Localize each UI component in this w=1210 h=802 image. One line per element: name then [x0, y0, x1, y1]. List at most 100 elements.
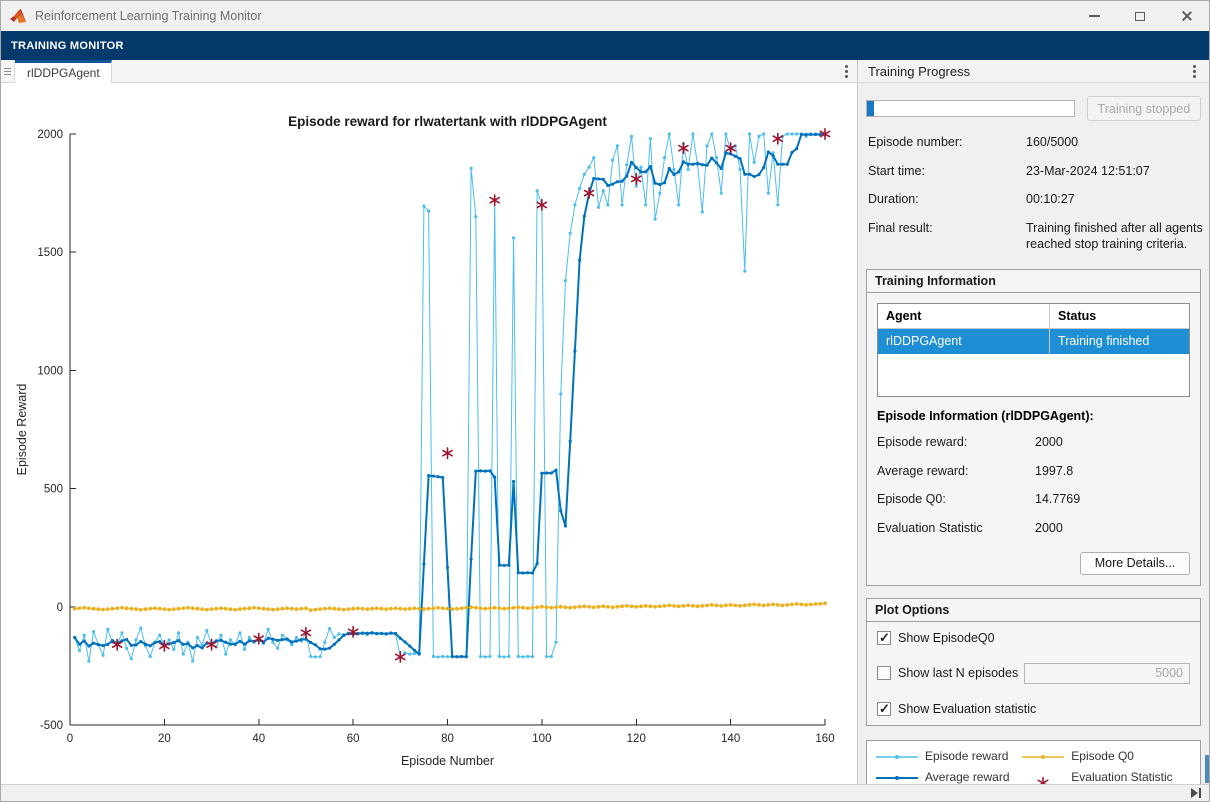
show-episodeq0-checkbox[interactable]: [877, 631, 891, 645]
show-last-n-checkbox[interactable]: [877, 666, 891, 680]
plot-menu-button[interactable]: [835, 60, 857, 82]
scrollbar-thumb[interactable]: [1205, 755, 1209, 783]
panel-grip[interactable]: [1, 60, 15, 82]
kebab-menu-icon: [845, 70, 848, 73]
svg-text:40: 40: [252, 733, 265, 745]
plot-area: -500050010001500200002040608010012014016…: [1, 83, 857, 791]
evaluation-statistic-label: Evaluation Statistic: [877, 521, 1035, 537]
legend-label: Episode Q0: [1071, 749, 1134, 763]
app-window: Reinforcement Learning Training Monitor …: [0, 0, 1210, 802]
start-time-row: Start time: 23-Mar-2024 12:51:07: [858, 164, 1209, 180]
agent-cell: rlDDPGAgent: [878, 329, 1049, 354]
minimize-icon: [1089, 15, 1100, 17]
show-evaluation-row: Show Evaluation statistic: [867, 693, 1200, 725]
legend-episode-reward: Episode reward: [873, 749, 1019, 764]
svg-text:Episode Number: Episode Number: [401, 754, 494, 768]
maximize-button[interactable]: [1117, 1, 1163, 31]
training-information-section: Training Information Agent Status rlDDPG…: [866, 269, 1201, 586]
plot-options-section: Plot Options Show EpisodeQ0 Show last N …: [866, 598, 1201, 726]
legend-label: Average reward: [925, 770, 1010, 784]
agent-status-table: Agent Status rlDDPGAgent Training finish…: [877, 303, 1190, 397]
svg-text:Episode Reward: Episode Reward: [15, 384, 29, 476]
collapse-panel-button[interactable]: [1189, 787, 1203, 799]
training-stopped-button[interactable]: Training stopped: [1087, 96, 1201, 121]
collapse-right-icon: [1189, 787, 1203, 799]
minimize-button[interactable]: [1071, 1, 1117, 31]
evaluation-asterisk-icon: [1019, 771, 1071, 784]
episode-reward-row: Episode reward: 2000: [867, 435, 1200, 451]
svg-text:0: 0: [67, 733, 73, 745]
duration-value: 00:10:27: [1026, 192, 1208, 208]
legend-label: Episode reward: [925, 749, 1008, 763]
tab-rlddpgagent[interactable]: rlDDPGAgent: [15, 60, 112, 83]
episode-number-label: Episode number:: [868, 135, 1026, 151]
final-result-row: Final result: Training finished after al…: [858, 221, 1209, 252]
panel-header: Training Progress: [858, 60, 1209, 83]
kebab-menu-icon: [1193, 70, 1196, 73]
svg-text:1000: 1000: [37, 365, 63, 377]
training-progress-panel: Training Progress Training stopped Episo…: [857, 60, 1209, 784]
show-evaluation-label: Show Evaluation statistic: [898, 702, 1036, 716]
evaluation-statistic-value: 2000: [1035, 521, 1200, 537]
table-header-row: Agent Status: [878, 304, 1189, 329]
duration-row: Duration: 00:10:27: [858, 192, 1209, 208]
episode-q0-swatch-icon: [1019, 750, 1071, 764]
average-reward-swatch-icon: [873, 771, 925, 784]
show-last-n-row: Show last N episodes: [867, 654, 1200, 693]
training-chart[interactable]: -500050010001500200002040608010012014016…: [1, 83, 857, 786]
svg-text:80: 80: [441, 733, 454, 745]
svg-text:100: 100: [532, 733, 551, 745]
plot-options-title: Plot Options: [867, 599, 1200, 622]
legend-label: Evaluation Statistic (MeanEpisodeReward): [1071, 770, 1194, 784]
title-bar: Reinforcement Learning Training Monitor: [1, 1, 1209, 31]
training-progress-bar: [866, 100, 1075, 117]
svg-text:140: 140: [721, 733, 740, 745]
episode-number-value: 160/5000: [1026, 135, 1208, 151]
last-n-episodes-input[interactable]: [1024, 663, 1190, 684]
episode-reward-value: 2000: [1035, 435, 1200, 451]
average-reward-label: Average reward:: [877, 464, 1035, 480]
table-row[interactable]: rlDDPGAgent Training finished: [878, 329, 1189, 354]
legend-episode-q0: Episode Q0: [1019, 749, 1194, 764]
status-column-header[interactable]: Status: [1049, 304, 1189, 329]
agent-column-header[interactable]: Agent: [878, 304, 1049, 329]
final-result-value: Training finished after all agents reach…: [1026, 221, 1208, 252]
training-information-title: Training Information: [867, 270, 1200, 293]
show-last-n-label: Show last N episodes: [898, 666, 1018, 680]
svg-text:60: 60: [347, 733, 360, 745]
svg-text:Episode reward for rlwatertank: Episode reward for rlwatertank with rlDD…: [288, 114, 607, 129]
episode-q0-label: Episode Q0:: [877, 492, 1035, 508]
episode-information-title: Episode Information (rlDDPGAgent):: [867, 407, 1200, 435]
average-reward-row: Average reward: 1997.8: [867, 464, 1200, 480]
grip-icon: [4, 71, 11, 72]
close-icon: [1180, 10, 1192, 22]
svg-text:20: 20: [158, 733, 171, 745]
ribbon-tab-training-monitor[interactable]: TRAINING MONITOR: [1, 40, 124, 52]
table-empty-area: [878, 354, 1189, 396]
svg-text:160: 160: [815, 733, 834, 745]
start-time-label: Start time:: [868, 164, 1026, 180]
document-tab-bar: rlDDPGAgent: [1, 60, 857, 83]
matlab-logo-icon: [10, 9, 27, 24]
duration-label: Duration:: [868, 192, 1026, 208]
progress-fill: [867, 101, 874, 116]
close-button[interactable]: [1163, 1, 1209, 31]
episode-q0-row: Episode Q0: 14.7769: [867, 492, 1200, 508]
average-reward-value: 1997.8: [1035, 464, 1200, 480]
svg-text:1500: 1500: [37, 247, 63, 259]
more-details-button[interactable]: More Details...: [1080, 552, 1190, 575]
status-bar: [1, 784, 1209, 801]
status-cell: Training finished: [1049, 329, 1189, 354]
episode-q0-value: 14.7769: [1035, 492, 1200, 508]
svg-text:2000: 2000: [37, 129, 63, 141]
svg-text:120: 120: [627, 733, 646, 745]
episode-reward-swatch-icon: [873, 750, 925, 764]
tab-label: rlDDPGAgent: [27, 66, 100, 80]
episode-reward-label: Episode reward:: [877, 435, 1035, 451]
window-title: Reinforcement Learning Training Monitor: [35, 9, 262, 23]
panel-menu-button[interactable]: [1183, 70, 1205, 73]
legend-average-reward: Average reward: [873, 770, 1019, 784]
ribbon-bar: TRAINING MONITOR: [1, 31, 1209, 60]
show-evaluation-checkbox[interactable]: [877, 702, 891, 716]
evaluation-statistic-row: Evaluation Statistic 2000: [867, 521, 1200, 537]
